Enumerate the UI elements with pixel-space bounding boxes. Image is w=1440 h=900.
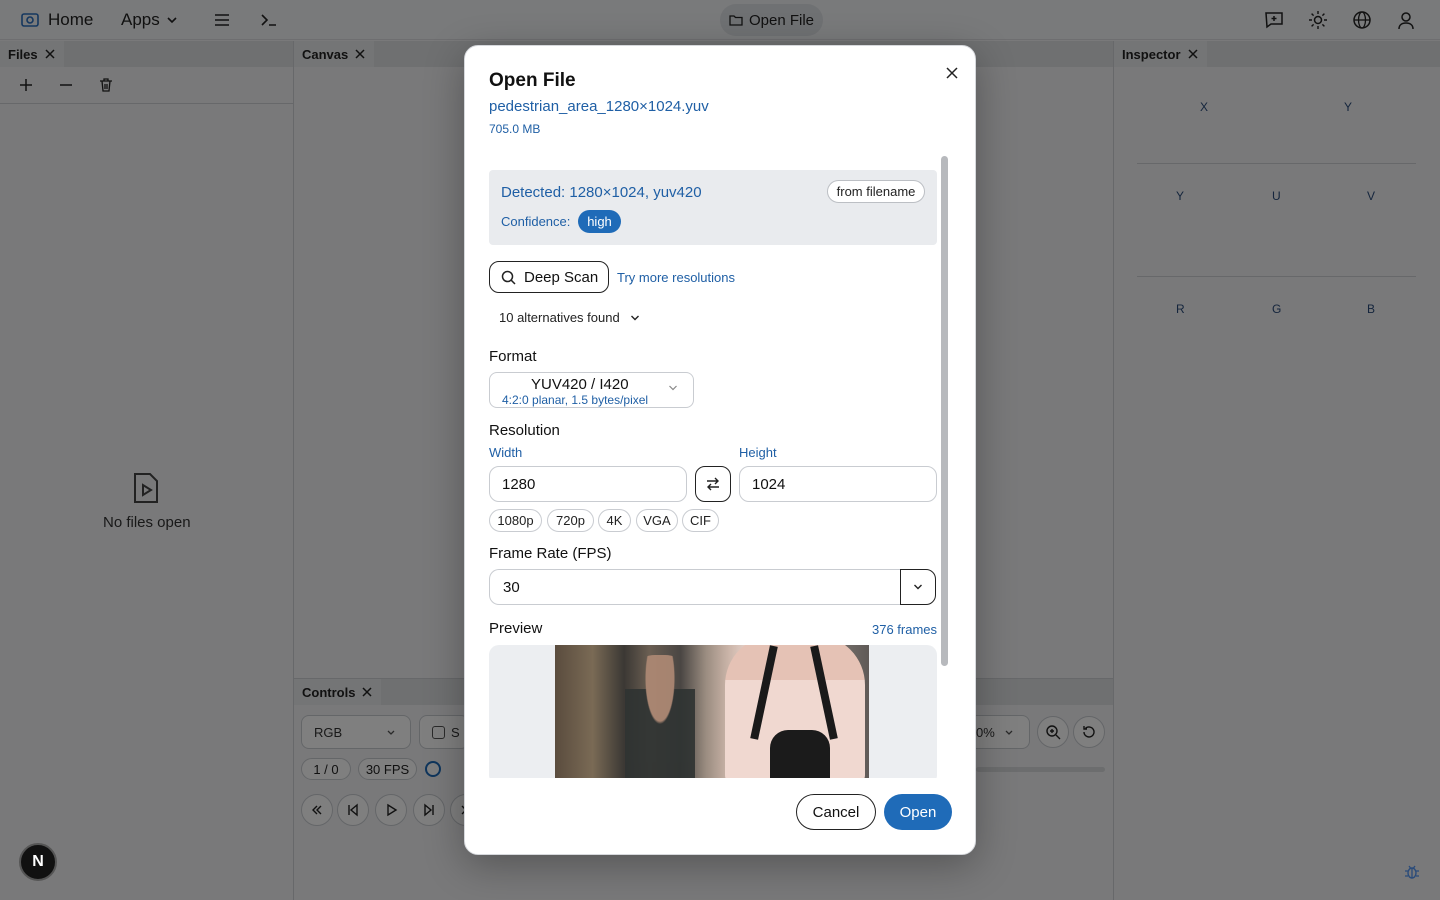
resolution-label: Resolution [489, 422, 560, 439]
width-input[interactable]: 1280 [489, 466, 687, 502]
preview-area [489, 645, 937, 778]
next-devtools-badge[interactable]: N [19, 843, 57, 881]
preset-vga[interactable]: VGA [636, 509, 678, 532]
cancel-button[interactable]: Cancel [796, 794, 876, 830]
fps-dropdown-button[interactable] [900, 569, 936, 605]
deep-scan-label: Deep Scan [524, 268, 599, 286]
preview-figure [625, 655, 695, 778]
file-name: pedestrian_area_1280×1024.yuv [489, 98, 709, 115]
open-file-dialog: Open File pedestrian_area_1280×1024.yuv … [464, 45, 976, 855]
deep-scan-button[interactable]: Deep Scan [489, 261, 609, 293]
chevron-down-icon [630, 315, 639, 320]
preset-1080p[interactable]: 1080p [489, 509, 542, 532]
format-select[interactable]: YUV420 / I420 4:2:0 planar, 1.5 bytes/pi… [489, 372, 694, 408]
frames-count: 376 frames [872, 622, 938, 637]
fps-label: Frame Rate (FPS) [489, 545, 612, 562]
try-more-resolutions-link[interactable]: Try more resolutions [617, 270, 735, 285]
chevron-down-icon [669, 385, 677, 391]
bug-icon [1405, 865, 1419, 879]
swap-dimensions-button[interactable] [695, 466, 731, 502]
file-size: 705.0 MB [489, 122, 541, 136]
height-input[interactable]: 1024 [739, 466, 937, 502]
detected-text: Detected: 1280×1024, yuv420 [501, 184, 702, 201]
format-label: Format [489, 348, 537, 365]
confidence-badge: high [578, 210, 621, 233]
debug-button[interactable] [1398, 858, 1426, 886]
fps-input[interactable]: 30 [489, 569, 901, 605]
confidence-label: Confidence: [501, 214, 571, 229]
preview-frame-image [555, 645, 869, 778]
dialog-title: Open File [489, 70, 576, 91]
alternatives-toggle[interactable]: 10 alternatives found [499, 310, 640, 325]
preview-detail [770, 730, 830, 778]
alternatives-label: 10 alternatives found [499, 310, 620, 325]
swap-arrows-icon [707, 477, 719, 491]
dialog-close-button[interactable] [941, 62, 963, 84]
preset-720p[interactable]: 720p [547, 509, 594, 532]
close-icon [946, 67, 958, 79]
format-value: YUV420 / I420 [531, 376, 629, 393]
scrollbar-thumb[interactable] [941, 156, 948, 666]
preset-cif[interactable]: CIF [682, 509, 719, 532]
preview-label: Preview [489, 620, 543, 637]
detected-source-badge: from filename [827, 180, 925, 203]
height-label: Height [739, 445, 777, 460]
chevron-down-icon [914, 584, 922, 590]
width-label: Width [489, 445, 523, 460]
detection-box: Detected: 1280×1024, yuv420 from filenam… [489, 170, 937, 245]
format-description: 4:2:0 planar, 1.5 bytes/pixel [502, 393, 649, 407]
preset-4k[interactable]: 4K [598, 509, 631, 532]
dialog-scroll-area[interactable]: Detected: 1280×1024, yuv420 from filenam… [489, 156, 951, 778]
open-button[interactable]: Open [884, 794, 952, 830]
search-icon [501, 270, 516, 285]
